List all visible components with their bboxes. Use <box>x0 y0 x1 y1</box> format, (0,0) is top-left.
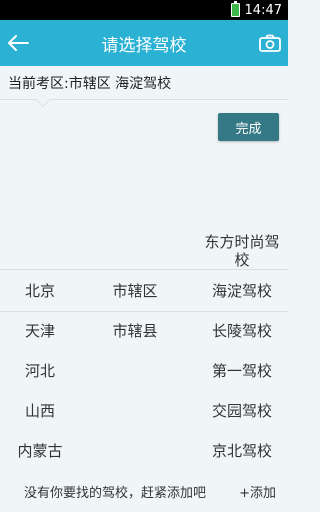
province-item[interactable]: 河北 <box>0 357 80 385</box>
add-school-footer: 没有你要找的驾校，赶紧添加吧 +添加 <box>0 478 288 504</box>
school-item[interactable]: 东方时尚驾校 <box>196 231 288 271</box>
district-item[interactable]: 市辖区 <box>90 277 180 305</box>
title-bar: 请选择驾校 <box>0 20 288 66</box>
current-area: 当前考区:市辖区 海淀驾校 <box>0 66 288 108</box>
province-item[interactable]: 内蒙古 <box>0 437 80 465</box>
add-school-button[interactable]: +添加 <box>239 482 276 501</box>
camera-button[interactable] <box>256 29 284 57</box>
school-item[interactable]: 长陵驾校 <box>196 317 288 345</box>
province-item[interactable]: 北京 <box>0 277 80 305</box>
battery-icon <box>230 1 240 17</box>
picker-selection-top-divider <box>0 269 288 270</box>
province-column[interactable]: 北京 天津 河北 山西 内蒙古 <box>0 225 80 475</box>
province-item[interactable]: 天津 <box>0 317 80 345</box>
status-time: 14:47 <box>244 2 282 18</box>
status-bar: 14:47 <box>0 0 288 20</box>
done-button[interactable]: 完成 <box>218 113 279 141</box>
add-school-hint: 没有你要找的驾校，赶紧添加吧 <box>24 485 207 501</box>
current-area-text: 当前考区:市辖区 海淀驾校 <box>8 75 172 92</box>
camera-icon <box>259 34 281 52</box>
school-item[interactable]: 京北驾校 <box>196 437 288 465</box>
school-item[interactable]: 海淀驾校 <box>196 277 288 305</box>
district-item[interactable]: 市辖县 <box>90 317 180 345</box>
district-column[interactable]: 市辖区 市辖县 <box>90 225 180 475</box>
school-item[interactable]: 第一驾校 <box>196 357 288 385</box>
school-picker: 北京 天津 河北 山西 内蒙古 市辖区 市辖县 东方时尚驾校 海淀驾校 长陵驾校… <box>0 225 288 475</box>
school-column[interactable]: 东方时尚驾校 海淀驾校 长陵驾校 第一驾校 交园驾校 京北驾校 <box>196 225 288 475</box>
area-pointer <box>35 92 51 108</box>
school-item[interactable]: 交园驾校 <box>196 397 288 425</box>
page-title: 请选择驾校 <box>101 35 187 56</box>
picker-selection-bottom-divider <box>0 311 288 312</box>
back-arrow-icon <box>8 35 29 51</box>
province-item[interactable]: 山西 <box>0 397 80 425</box>
back-button[interactable] <box>4 29 32 57</box>
